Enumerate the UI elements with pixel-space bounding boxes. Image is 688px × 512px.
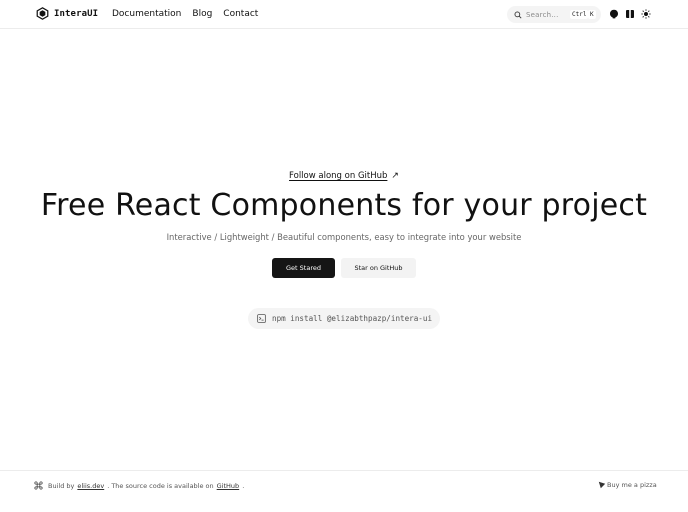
install-command-box[interactable]: npm install @elizabthpazp/intera-ui bbox=[248, 308, 440, 329]
author-link[interactable]: eliis.dev bbox=[77, 482, 104, 490]
buy-pizza-link[interactable]: Buy me a pizza bbox=[598, 481, 657, 489]
build-by-text: Build by bbox=[48, 481, 75, 490]
main-nav: Documentation Blog Contact bbox=[112, 9, 258, 19]
source-code-text: . The source code is available on bbox=[107, 481, 214, 490]
buy-pizza-label: Buy me a pizza bbox=[607, 481, 657, 489]
command-icon bbox=[34, 481, 43, 490]
source-github-link[interactable]: GitHub bbox=[217, 482, 240, 490]
nav-contact[interactable]: Contact bbox=[223, 9, 258, 19]
follow-github-link[interactable]: Follow along on GitHub bbox=[289, 171, 387, 181]
github-icon[interactable] bbox=[609, 9, 619, 19]
search-icon bbox=[514, 11, 522, 19]
footer-period: . bbox=[242, 481, 245, 490]
nav-documentation[interactable]: Documentation bbox=[112, 9, 181, 19]
panel-icon[interactable] bbox=[625, 9, 635, 19]
hero-title: Free React Components for your project bbox=[40, 188, 648, 223]
nav-blog[interactable]: Blog bbox=[192, 9, 212, 19]
footer: Build by eliis.dev . The source code is … bbox=[0, 470, 688, 512]
pizza-icon bbox=[598, 481, 606, 489]
star-on-github-button[interactable]: Star on GitHub bbox=[341, 258, 416, 278]
follow-github-row: Follow along on GitHub ↗ bbox=[0, 171, 688, 181]
footer-credits: Build by eliis.dev . The source code is … bbox=[34, 481, 244, 490]
terminal-icon bbox=[257, 314, 266, 323]
cube-logo-icon bbox=[36, 7, 49, 20]
get-started-button[interactable]: Get Stared bbox=[272, 258, 335, 278]
hero-subtitle: Interactive / Lightweight / Beautiful co… bbox=[166, 232, 522, 242]
search-button[interactable]: Search... Ctrl K bbox=[507, 6, 601, 23]
shortcut-k-key: K bbox=[588, 10, 596, 19]
install-command: npm install @elizabthpazp/intera-ui bbox=[272, 314, 433, 323]
shortcut-ctrl-key: Ctrl bbox=[570, 10, 589, 19]
top-navbar: InteraUI Documentation Blog Contact Sear… bbox=[0, 0, 688, 29]
search-placeholder: Search... bbox=[526, 10, 559, 19]
sun-icon[interactable] bbox=[641, 9, 651, 19]
external-arrow-icon: ↗ bbox=[391, 171, 399, 181]
brand-home-link[interactable]: InteraUI bbox=[36, 7, 98, 20]
brand-name: InteraUI bbox=[54, 8, 99, 19]
